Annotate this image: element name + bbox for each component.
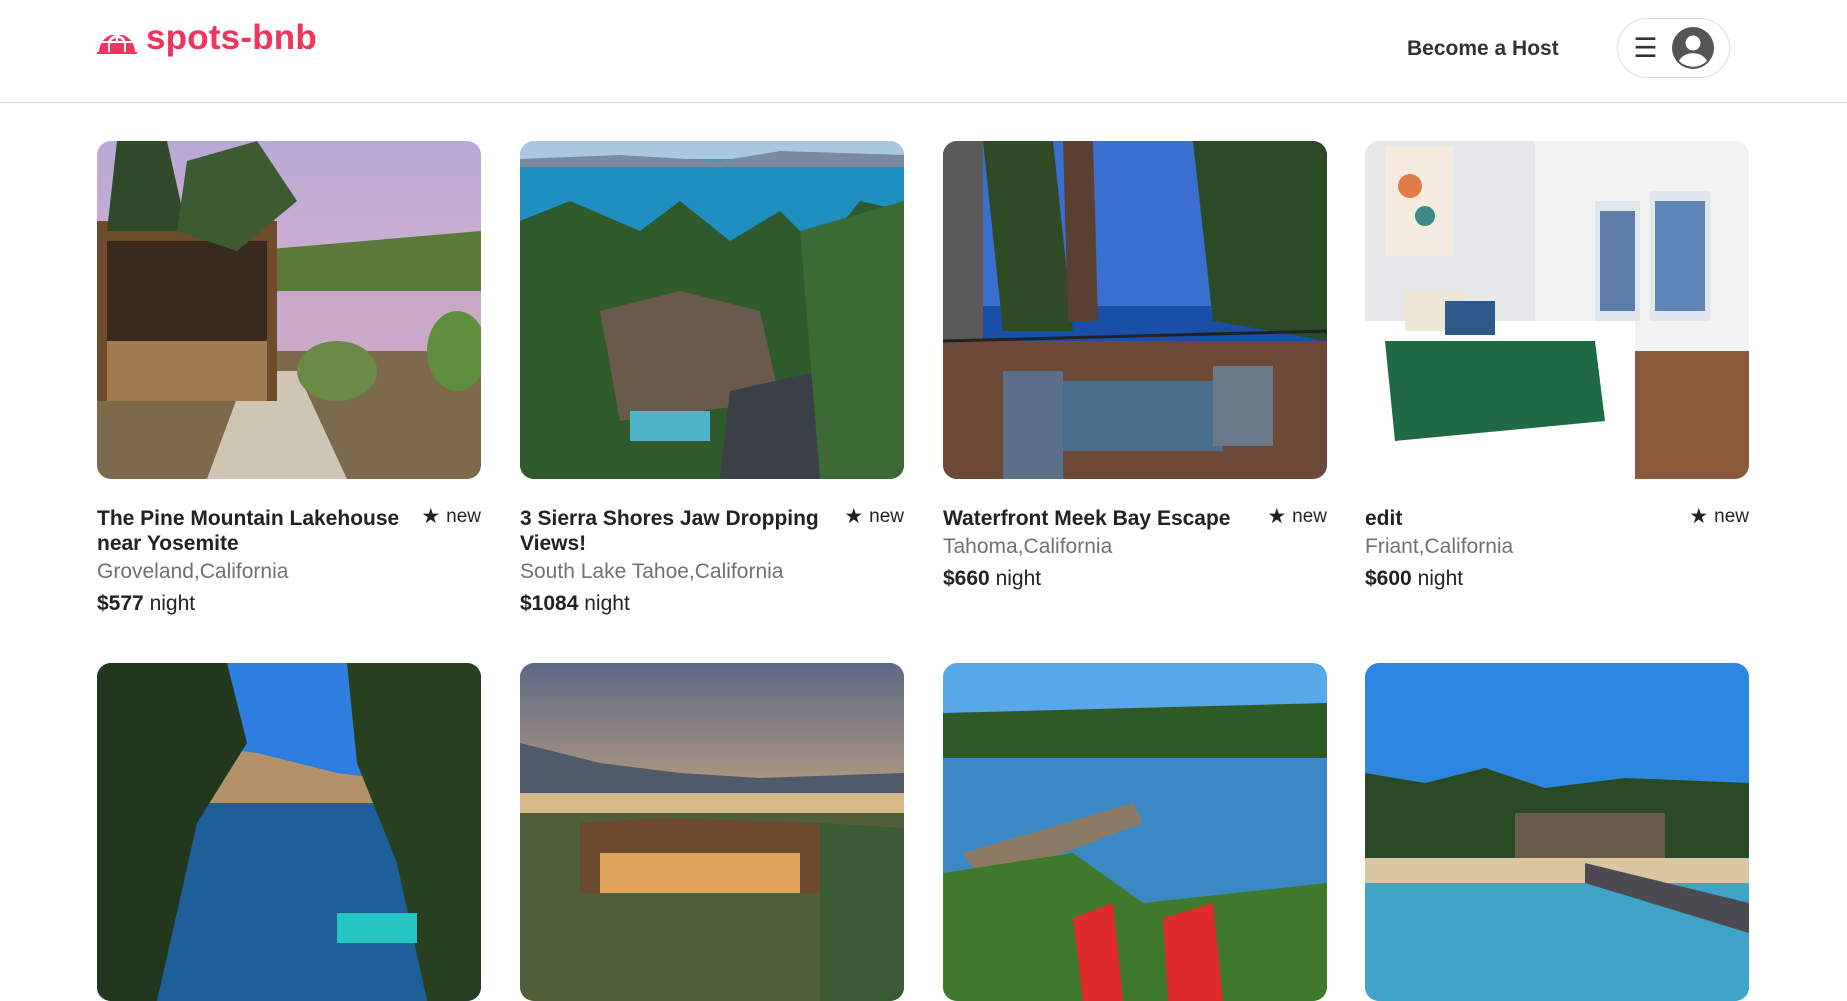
- price-unit: night: [1417, 567, 1464, 590]
- rating-label: new: [446, 505, 481, 527]
- rating-label: new: [1292, 505, 1327, 527]
- star-icon: ★: [1267, 505, 1287, 528]
- listing-card[interactable]: [97, 663, 481, 1001]
- profile-menu-button[interactable]: ☰: [1617, 18, 1730, 78]
- listing-photo[interactable]: [97, 663, 481, 1001]
- listing-card[interactable]: [943, 663, 1327, 1001]
- price-amount: $577: [97, 592, 144, 615]
- listing-photo[interactable]: [520, 663, 904, 1001]
- listing-title: Waterfront Meek Bay Escape: [943, 507, 1231, 530]
- listing-price: $660 night: [943, 566, 1327, 591]
- hamburger-menu-icon: ☰: [1633, 32, 1658, 63]
- listing-rating: ★ new: [844, 504, 904, 529]
- star-icon: ★: [844, 505, 864, 528]
- listing-title: edit: [1365, 507, 1403, 530]
- igloo-logo-icon: [97, 26, 137, 54]
- listing-location: Friant,California: [1365, 535, 1514, 558]
- price-amount: $1084: [520, 592, 579, 615]
- listing-photo[interactable]: [943, 141, 1327, 479]
- listing-card[interactable]: Waterfront Meek Bay Escape ★ new Tahoma,…: [943, 141, 1327, 591]
- listing-rating: ★ new: [1267, 504, 1327, 529]
- listing-card[interactable]: [1365, 663, 1749, 1001]
- listing-price: $1084 night: [520, 591, 904, 616]
- price-unit: night: [995, 567, 1042, 590]
- listing-card[interactable]: 3 Sierra Shores Jaw Dropping Views! ★ ne…: [520, 141, 904, 616]
- listing-card[interactable]: The Pine Mountain Lakehouse near Yosemit…: [97, 141, 481, 616]
- listing-title: 3 Sierra Shores Jaw Dropping Views!: [520, 507, 819, 555]
- rating-label: new: [869, 505, 904, 527]
- top-navbar: spots-bnb Become a Host ☰: [0, 0, 1847, 103]
- user-avatar-icon: [1671, 27, 1714, 69]
- listing-card[interactable]: edit ★ new Friant,California $600 night: [1365, 141, 1749, 591]
- listing-location: Groveland,California: [97, 560, 289, 583]
- listing-rating: ★ new: [1689, 504, 1749, 529]
- listing-price: $600 night: [1365, 566, 1749, 591]
- star-icon: ★: [421, 505, 441, 528]
- price-amount: $660: [943, 567, 990, 590]
- price-amount: $600: [1365, 567, 1412, 590]
- listing-rating: ★ new: [421, 504, 481, 529]
- listing-photo[interactable]: [1365, 663, 1749, 1001]
- listing-location: South Lake Tahoe,California: [520, 560, 784, 583]
- listing-photo[interactable]: [97, 141, 481, 479]
- listing-card[interactable]: [520, 663, 904, 1001]
- price-unit: night: [149, 592, 196, 615]
- star-icon: ★: [1689, 505, 1709, 528]
- listing-title: The Pine Mountain Lakehouse near Yosemit…: [97, 507, 400, 555]
- listing-photo[interactable]: [520, 141, 904, 479]
- listing-location: Tahoma,California: [943, 535, 1113, 558]
- listing-photo[interactable]: [943, 663, 1327, 1001]
- brand-name: spots-bnb: [146, 18, 317, 57]
- listing-photo[interactable]: [1365, 141, 1749, 479]
- price-unit: night: [584, 592, 630, 615]
- rating-label: new: [1714, 505, 1749, 527]
- listing-price: $577 night: [97, 591, 481, 616]
- become-host-link[interactable]: Become a Host: [1407, 37, 1559, 61]
- brand-logo[interactable]: spots-bnb: [96, 18, 317, 58]
